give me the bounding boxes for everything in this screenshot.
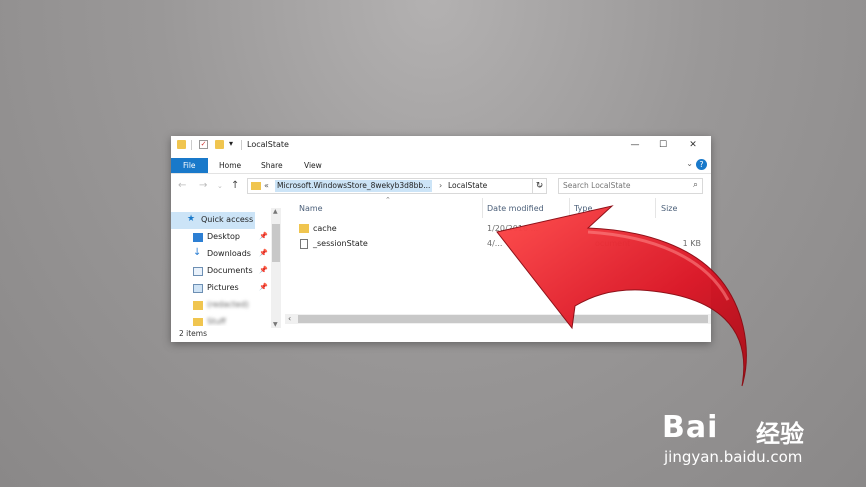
- watermark-url: jingyan.baidu.com: [664, 448, 803, 466]
- baidu-jingyan-watermark: Bai 经验 jingyan.baidu.com: [662, 390, 822, 470]
- watermark-brand-cn: 经验: [756, 420, 804, 448]
- desktop-background: { "window": { "title": "LocalState", "co…: [0, 0, 866, 487]
- watermark-brand: Bai: [662, 410, 719, 445]
- arrow-shape: [496, 205, 747, 387]
